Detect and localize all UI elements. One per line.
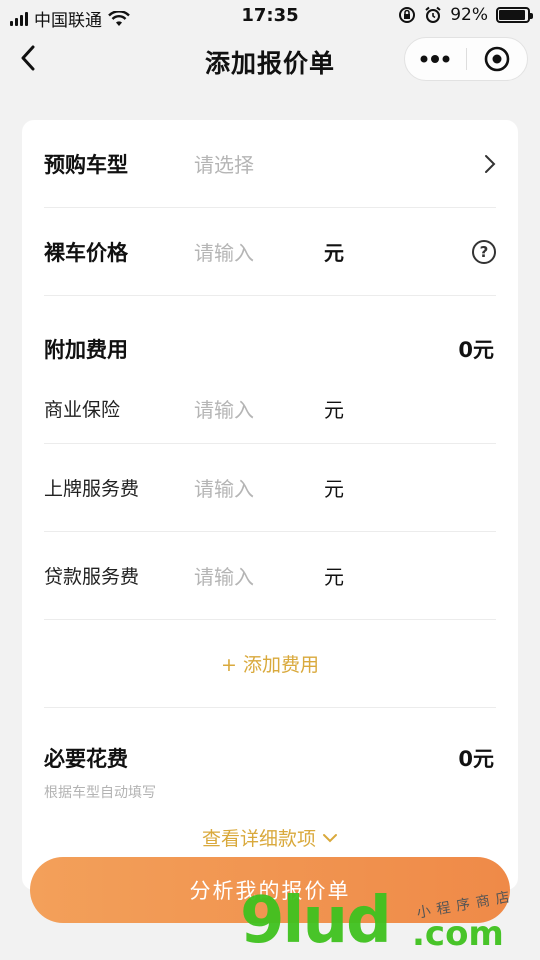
mini-program-capsule: [404, 37, 528, 81]
bare-price-row: 裸车价格 请输入 元 ?: [44, 208, 496, 296]
fee-row-plate-service: 上牌服务费 请输入 元: [44, 444, 496, 532]
nav-bar: 添加报价单: [0, 32, 540, 86]
chevron-down-icon: [323, 833, 337, 842]
fee-label: 贷款服务费: [44, 566, 140, 588]
app-root: 中国联通 17:35 92% 添加报价单 预购车型 请选择 裸车价格 请输入 元…: [0, 0, 540, 960]
more-button[interactable]: [405, 38, 466, 80]
battery-percent: 92%: [450, 5, 488, 25]
status-right: 92%: [398, 5, 533, 25]
help-button[interactable]: ?: [472, 239, 496, 264]
required-costs-total: 0元: [458, 747, 494, 771]
fee-label: 商业保险: [44, 399, 121, 421]
chevron-right-icon: [484, 154, 496, 174]
required-costs-header: 必要花费 0元: [44, 738, 496, 778]
required-costs-hint: 根据车型自动填写: [44, 785, 156, 801]
car-model-row[interactable]: 预购车型 请选择: [44, 120, 496, 208]
car-model-select[interactable]: 请选择: [194, 149, 324, 178]
bare-price-input[interactable]: 请输入: [194, 237, 324, 266]
fee-row-insurance: 商业保险 请输入 元: [44, 374, 496, 444]
alarm-icon: [425, 6, 441, 23]
close-mini-program-button[interactable]: [467, 38, 528, 80]
fee-unit: 元: [324, 398, 344, 422]
analyze-quote-button[interactable]: 分析我的报价单: [30, 857, 510, 923]
extra-fees-total: 0元: [458, 338, 494, 362]
battery-icon: [496, 7, 533, 23]
fee-input[interactable]: 请输入: [194, 561, 324, 590]
battery-fill: [499, 10, 525, 20]
car-model-label: 预购车型: [44, 152, 128, 177]
question-icon: ?: [472, 239, 496, 264]
extra-fees-header: 附加费用 0元: [44, 324, 496, 374]
view-details-label: 查看详细款项: [201, 828, 316, 850]
rotation-lock-icon: [399, 7, 416, 23]
bare-price-label: 裸车价格: [44, 240, 128, 265]
fee-label: 上牌服务费: [44, 478, 140, 500]
extra-fees-label: 附加费用: [44, 338, 128, 362]
target-circle-icon: [484, 46, 510, 72]
fee-input[interactable]: 请输入: [194, 394, 324, 423]
bare-price-unit: 元: [324, 241, 344, 265]
more-dots-icon: [420, 55, 450, 63]
view-details-link[interactable]: 查看详细款项: [44, 824, 496, 851]
required-costs-label: 必要花费: [44, 747, 128, 771]
fee-row-loan-service: 贷款服务费 请输入 元: [44, 532, 496, 620]
add-fee-button[interactable]: + 添加费用: [44, 620, 496, 708]
fee-unit: 元: [324, 477, 344, 501]
fee-input[interactable]: 请输入: [194, 473, 324, 502]
fee-unit: 元: [324, 565, 344, 589]
status-bar: 中国联通 17:35 92%: [0, 0, 540, 32]
quote-form-card: 预购车型 请选择 裸车价格 请输入 元 ? 附加费用 0元 商业保险 请输入 元…: [22, 120, 518, 890]
